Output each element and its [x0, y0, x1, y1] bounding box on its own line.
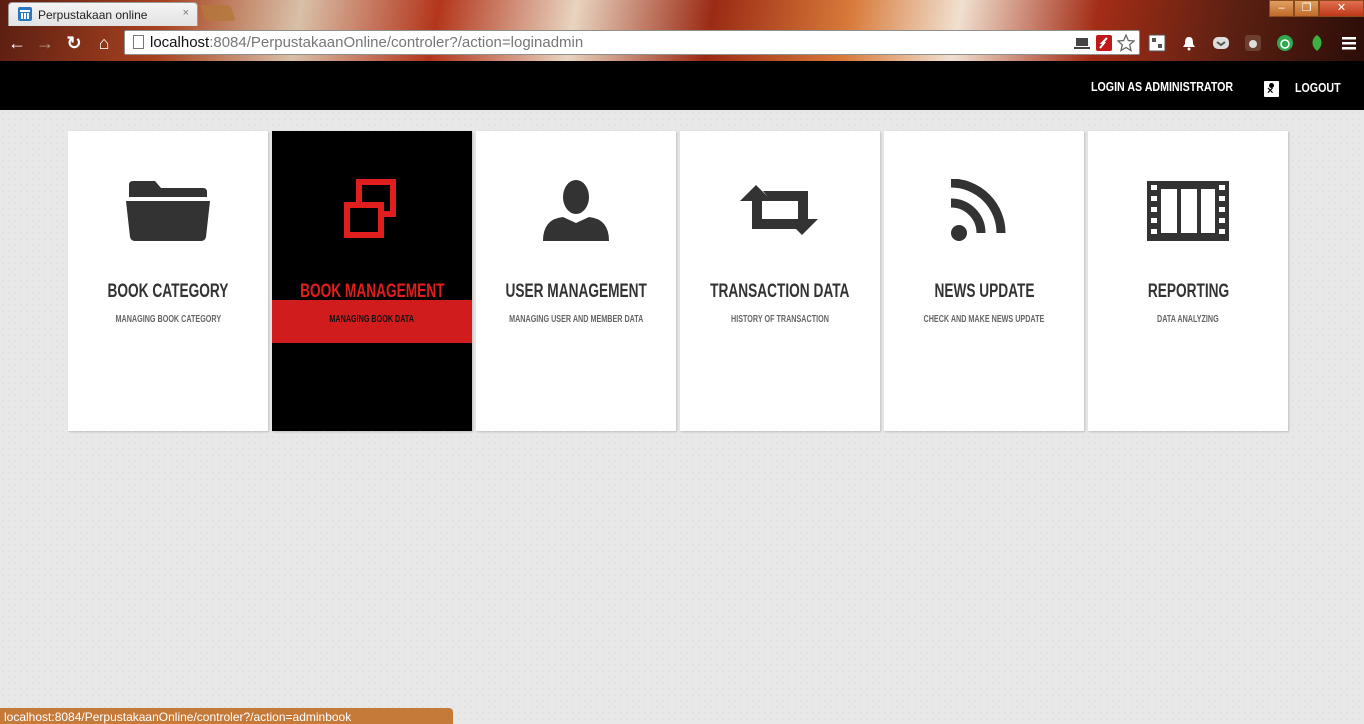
rss-icon [950, 179, 1006, 241]
tile-title: USER MANAGEMENT [505, 281, 647, 302]
windows-icon [344, 179, 396, 238]
tile-user-management[interactable]: USER MANAGEMENT MANAGING USER AND MEMBER… [476, 131, 676, 431]
retweet-icon [740, 185, 818, 235]
page-icon [133, 35, 144, 49]
window-controls: – ❐ ✕ [1269, 0, 1364, 17]
tile-transaction-data[interactable]: TRANSACTION DATA HISTORY OF TRANSACTION [680, 131, 880, 431]
tile-title: BOOK CATEGORY [107, 281, 229, 302]
tile-title: TRANSACTION DATA [710, 281, 850, 302]
tab-close-button[interactable]: × [183, 7, 189, 19]
camera-icon[interactable] [1244, 34, 1262, 52]
browser-chrome: Perpustakaan online × – ❐ ✕ ← → ↻ ⌂ loca… [0, 0, 1364, 61]
login-status-label: LOGIN AS ADMINISTRATOR [1091, 79, 1234, 94]
new-tab-button[interactable] [200, 5, 236, 21]
tile-subtitle: MANAGING BOOK DATA [272, 300, 472, 343]
flash-icon[interactable] [1095, 34, 1113, 52]
logout-link[interactable]: LOGOUT [1295, 80, 1341, 95]
url-text[interactable]: localhost:8084/PerpustakaanOnline/contro… [150, 34, 583, 51]
back-icon[interactable]: ← [6, 32, 28, 54]
browser-status-bar: localhost:8084/PerpustakaanOnline/contro… [0, 708, 453, 724]
leaf-extension-icon[interactable] [1308, 34, 1326, 52]
film-icon [1147, 181, 1229, 241]
pocket-icon[interactable] [1212, 34, 1230, 52]
address-bar[interactable]: localhost:8084/PerpustakaanOnline/contro… [124, 30, 1140, 55]
tile-book-management[interactable]: BOOK MANAGEMENT MANAGING BOOK DATA [272, 131, 472, 431]
folder-icon [126, 181, 210, 241]
tile-subtitle: HISTORY OF TRANSACTION [731, 314, 829, 325]
logout-icon[interactable] [1264, 81, 1279, 97]
tile-reporting[interactable]: REPORTING DATA ANALYZING [1088, 131, 1288, 431]
tile-news-update[interactable]: NEWS UPDATE CHECK AND MAKE NEWS UPDATE [884, 131, 1084, 431]
bookmark-star-icon[interactable] [1117, 34, 1135, 52]
tile-title: NEWS UPDATE [933, 281, 1035, 302]
user-icon [543, 180, 609, 241]
library-favicon-icon [18, 7, 32, 21]
minimize-button[interactable]: – [1269, 0, 1294, 17]
status-url: localhost:8084/PerpustakaanOnline/contro… [4, 710, 352, 724]
restore-button[interactable]: ❐ [1294, 0, 1319, 17]
tab-title: Perpustakaan online [38, 8, 148, 22]
laptop-icon[interactable] [1073, 34, 1091, 52]
close-window-button[interactable]: ✕ [1319, 0, 1364, 17]
tile-subtitle: MANAGING BOOK CATEGORY [115, 314, 221, 325]
forward-icon[interactable]: → [34, 32, 56, 54]
menu-icon[interactable] [1340, 34, 1358, 52]
power-extension-icon[interactable] [1276, 34, 1294, 52]
browser-toolbar: ← → ↻ ⌂ localhost:8084/PerpustakaanOnlin… [0, 28, 1364, 60]
browser-tab[interactable]: Perpustakaan online × [8, 2, 198, 26]
bell-icon[interactable] [1180, 34, 1198, 52]
tile-title: REPORTING [1147, 281, 1229, 302]
tile-book-category[interactable]: BOOK CATEGORY MANAGING BOOK CATEGORY [68, 131, 268, 431]
tile-subtitle: MANAGING USER AND MEMBER DATA [508, 314, 644, 325]
app-header: LOGIN AS ADMINISTRATOR LOGOUT [0, 61, 1364, 110]
tile-subtitle: DATA ANALYZING [1157, 314, 1219, 325]
tile-subtitle: CHECK AND MAKE NEWS UPDATE [923, 314, 1045, 325]
dashboard-content: BOOK CATEGORY MANAGING BOOK CATEGORY BOO… [0, 110, 1364, 724]
home-icon[interactable]: ⌂ [93, 32, 115, 54]
reload-icon[interactable]: ↻ [63, 32, 85, 54]
qr-extension-icon[interactable] [1148, 34, 1166, 52]
